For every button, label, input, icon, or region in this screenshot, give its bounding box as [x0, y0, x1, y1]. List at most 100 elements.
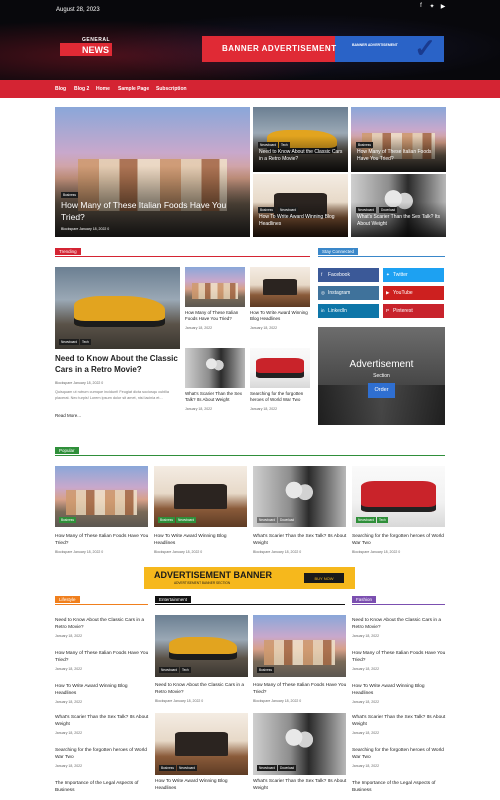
tag[interactable]: Tech [180, 667, 191, 673]
tag[interactable]: Download [278, 765, 297, 771]
tag[interactable]: Business [356, 142, 373, 148]
fashion-item-title[interactable]: How Many of These Italian Foods Have You… [352, 650, 447, 664]
fashion-item-title[interactable]: Searching for the forgotten heroes of Wo… [352, 747, 447, 761]
twitter-icon[interactable]: ✦ [428, 3, 436, 10]
tag[interactable]: Business [159, 765, 176, 771]
nav-item-blog[interactable]: Blog [55, 86, 66, 92]
tag[interactable]: Download [379, 207, 398, 213]
popular-item-meta: Blockspare January 18, 2022 0 [253, 550, 302, 554]
pinterest-button[interactable]: P Pinterest [383, 304, 444, 318]
entertainment-item-image[interactable]: Business [253, 615, 346, 677]
linkedin-button[interactable]: in LinkedIn [318, 304, 379, 318]
tag[interactable]: Newsboard [176, 517, 197, 523]
trending-item-image[interactable] [185, 348, 245, 388]
advertisement-banner[interactable]: ADVERTISEMENT BANNER ADVERTISEMENT BANNE… [144, 567, 355, 589]
lifestyle-item-title[interactable]: Searching for the forgotten heroes of Wo… [55, 747, 150, 761]
nav-item-sample-page[interactable]: Sample Page [118, 86, 149, 92]
fashion-item-meta: January 18, 2022 [352, 667, 380, 671]
instagram-button[interactable]: ◎ Instagram [318, 286, 379, 300]
tag[interactable]: Tech [377, 517, 388, 523]
entertainment-item-title[interactable]: What's Scarier Than the Sex Talk? Its Ab… [253, 779, 348, 792]
trending-main-image[interactable]: Newsboard Tech [55, 267, 180, 349]
hero-card-title[interactable]: What's Scarier Than the Sex Talk? Its Ab… [357, 214, 442, 228]
tag[interactable]: Newsboard [278, 207, 299, 213]
twitter-icon: ✦ [386, 272, 390, 277]
tag[interactable]: Newsboard [257, 517, 278, 523]
tag[interactable]: Business [258, 207, 275, 213]
facebook-icon[interactable]: f [417, 3, 425, 9]
popular-item-image[interactable]: Newsboard Tech [352, 466, 445, 527]
hero-card[interactable]: Business Newsboard How To Write Award Wi… [253, 174, 348, 237]
entertainment-item-image[interactable]: Business Newsboard [155, 713, 248, 775]
hero-card-title[interactable]: How Many of These Italian Foods Have You… [357, 149, 442, 163]
hero-main-title[interactable]: How Many of These Italian Foods Have You… [61, 199, 241, 223]
popular-item-image[interactable]: Business Newsboard [154, 466, 247, 527]
lifestyle-item-title[interactable]: Need to Know About the Classic Cars in a… [55, 617, 150, 631]
tag[interactable]: Newsboard [356, 207, 377, 213]
tag[interactable]: Newsboard [177, 765, 198, 771]
read-more-link[interactable]: Read More... [55, 412, 81, 419]
tag[interactable]: Newsboard [356, 517, 377, 523]
hero-card-title[interactable]: Need to Know About the Classic Cars in a… [259, 149, 344, 163]
hero-main-card[interactable]: Business How Many of These Italian Foods… [55, 107, 250, 237]
trending-item-image[interactable] [250, 348, 310, 388]
header-banner-ad[interactable]: BANNER ADVERTISEMENT BANNER ADVERTISEMEN… [202, 36, 444, 62]
lifestyle-item-title[interactable]: How To Write Award Winning Blog Headline… [55, 683, 150, 697]
sidebar-advertisement[interactable]: Advertisement Section Order [318, 327, 445, 425]
lifestyle-item-title[interactable]: How Many of These Italian Foods Have You… [55, 650, 150, 664]
youtube-icon[interactable]: ▶ [439, 3, 447, 10]
tag[interactable]: Newsboard [258, 142, 279, 148]
lifestyle-item-title[interactable]: What's Scarier Than the Sex Talk? Its Ab… [55, 714, 150, 728]
popular-item-image[interactable]: Business [55, 466, 148, 527]
tag[interactable]: Tech [279, 142, 290, 148]
tag[interactable]: Download [278, 517, 297, 523]
entertainment-item-title[interactable]: Need to Know About the Classic Cars in a… [155, 683, 250, 696]
popular-item-title[interactable]: What's Scarier Than the Sex Talk? Its Ab… [253, 534, 348, 547]
nav-item-blog-2[interactable]: Blog 2 [74, 86, 89, 92]
lifestyle-item-title[interactable]: The Importance of the Legal Aspects of B… [55, 780, 150, 794]
nav-item-subscription[interactable]: Subscription [156, 86, 187, 92]
trending-main-excerpt: Quisquam ut rutrum cumque incidunt! Feug… [55, 390, 169, 400]
youtube-button[interactable]: ▶ YouTube [383, 286, 444, 300]
fashion-item-title[interactable]: The Importance of the Legal Aspects of B… [352, 780, 447, 794]
trending-item-title[interactable]: What's Scarier Than the Sex Talk? Its Ab… [185, 391, 247, 403]
trending-main-title[interactable]: Need to Know About the Classic Cars in a… [55, 353, 180, 375]
order-button[interactable]: Order [368, 383, 395, 398]
pinterest-icon: P [386, 308, 390, 313]
twitter-button[interactable]: ✦ Twitter [383, 268, 444, 282]
entertainment-item-title[interactable]: How Many of These Italian Foods Have You… [253, 683, 348, 696]
fashion-item-title[interactable]: How To Write Award Winning Blog Headline… [352, 683, 447, 697]
site-logo[interactable]: GENERAL NEWS [60, 37, 112, 61]
tag[interactable]: Business [158, 517, 175, 523]
tag[interactable]: Business [257, 667, 274, 673]
entertainment-item-title[interactable]: How To Write Award Winning Blog Headline… [155, 779, 250, 792]
hero-card-title[interactable]: How To Write Award Winning Blog Headline… [259, 214, 344, 228]
trending-item-image[interactable] [250, 267, 310, 307]
popular-item-title[interactable]: Searching for the forgotten heroes of Wo… [352, 534, 447, 547]
fashion-item-title[interactable]: What's Scarier Than the Sex Talk? Its Ab… [352, 714, 447, 728]
fashion-item-title[interactable]: Need to Know About the Classic Cars in a… [352, 617, 447, 631]
hero-card[interactable]: Newsboard Download What's Scarier Than t… [351, 174, 446, 237]
facebook-button[interactable]: f Facebook [318, 268, 379, 282]
buy-now-button[interactable]: BUY NOW [304, 573, 344, 583]
popular-item-image[interactable]: Newsboard Download [253, 466, 346, 527]
lifestyle-item-meta: January 18, 2022 [55, 700, 83, 704]
trending-item-image[interactable] [185, 267, 245, 307]
tag[interactable]: Newsboard [257, 765, 278, 771]
trending-item-title[interactable]: How Many of These Italian Foods Have You… [185, 310, 247, 322]
tag[interactable]: Newsboard [59, 339, 80, 345]
entertainment-item-image[interactable]: Newsboard Download [253, 713, 346, 775]
nav-item-home[interactable]: Home [96, 86, 110, 92]
hero-card[interactable]: Newsboard Tech Need to Know About the Cl… [253, 107, 348, 172]
tag[interactable]: Tech [80, 339, 91, 345]
hero-card[interactable]: Business How Many of These Italian Foods… [351, 107, 446, 172]
tag[interactable]: Business [59, 517, 76, 523]
trending-item-title[interactable]: How To Write Award Winning Blog Headline… [250, 310, 312, 322]
popular-item-title[interactable]: How To Write Award Winning Blog Headline… [154, 534, 249, 547]
tag[interactable]: Newsboard [159, 667, 180, 673]
popular-item-title[interactable]: How Many of These Italian Foods Have You… [55, 534, 150, 547]
tag[interactable]: Business [61, 192, 78, 198]
section-divider [155, 604, 345, 605]
trending-item-title[interactable]: Searching for the forgotten heroes of Wo… [250, 391, 312, 403]
entertainment-item-image[interactable]: Newsboard Tech [155, 615, 248, 677]
